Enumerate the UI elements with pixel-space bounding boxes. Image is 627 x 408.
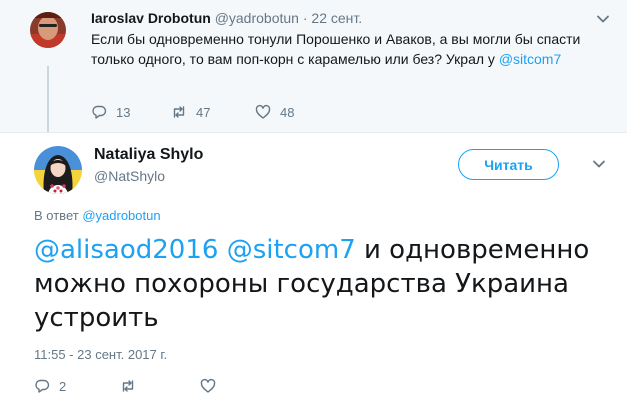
parent-tweet[interactable]: Iaroslav Drobotun @yadrobotun · 22 сент.…	[0, 0, 627, 133]
reply-context: В ответ @yadrobotun	[34, 208, 161, 223]
reply-context-label: В ответ	[34, 208, 79, 223]
mention-link[interactable]: @sitcom7	[499, 51, 561, 67]
parent-tweet-header: Iaroslav Drobotun @yadrobotun · 22 сент.	[91, 10, 362, 26]
like-count: 48	[280, 104, 295, 120]
tweet-timestamp[interactable]: 11:55 - 23 сент. 2017 г.	[34, 347, 167, 362]
retweet-icon	[173, 106, 185, 118]
author-name[interactable]: Iaroslav Drobotun	[91, 10, 211, 26]
thread-connector	[47, 66, 49, 132]
reply-count: 2	[59, 378, 67, 394]
chevron-down-icon[interactable]	[596, 12, 610, 26]
separator: ·	[302, 10, 308, 26]
reply-count: 13	[116, 104, 131, 120]
author-handle[interactable]: @NatShylo	[94, 168, 165, 184]
reply-icon	[35, 379, 50, 393]
retweet-button[interactable]: 47	[171, 104, 210, 120]
tweet-text: Если бы одновременно тонули Порошенко и …	[91, 29, 611, 69]
like-button[interactable]: 48	[255, 104, 294, 120]
mention-link[interactable]: @sitcom7	[227, 235, 356, 265]
tweet-text: @alisaod2016 @sitcom7 и одновременно мож…	[34, 233, 614, 335]
chevron-down-icon[interactable]	[592, 157, 606, 171]
retweet-icon	[122, 380, 134, 392]
reply-mention-link[interactable]: @yadrobotun	[82, 208, 160, 223]
mention-link[interactable]: @alisaod2016	[34, 235, 218, 265]
retweet-count: 47	[196, 104, 211, 120]
reply-button[interactable]: 13	[91, 104, 130, 120]
like-icon	[200, 378, 216, 393]
like-button[interactable]	[200, 378, 216, 394]
reply-button[interactable]: 2	[34, 378, 66, 394]
retweet-button[interactable]	[120, 378, 136, 394]
avatar[interactable]	[30, 12, 66, 48]
author-name[interactable]: Nataliya Shylo	[94, 146, 203, 164]
tweet-date[interactable]: 22 сент.	[311, 10, 362, 26]
avatar[interactable]	[34, 146, 82, 194]
like-icon	[255, 104, 271, 119]
follow-button[interactable]: Читать	[458, 149, 559, 180]
reply-icon	[92, 105, 107, 119]
author-handle[interactable]: @yadrobotun	[215, 10, 299, 26]
